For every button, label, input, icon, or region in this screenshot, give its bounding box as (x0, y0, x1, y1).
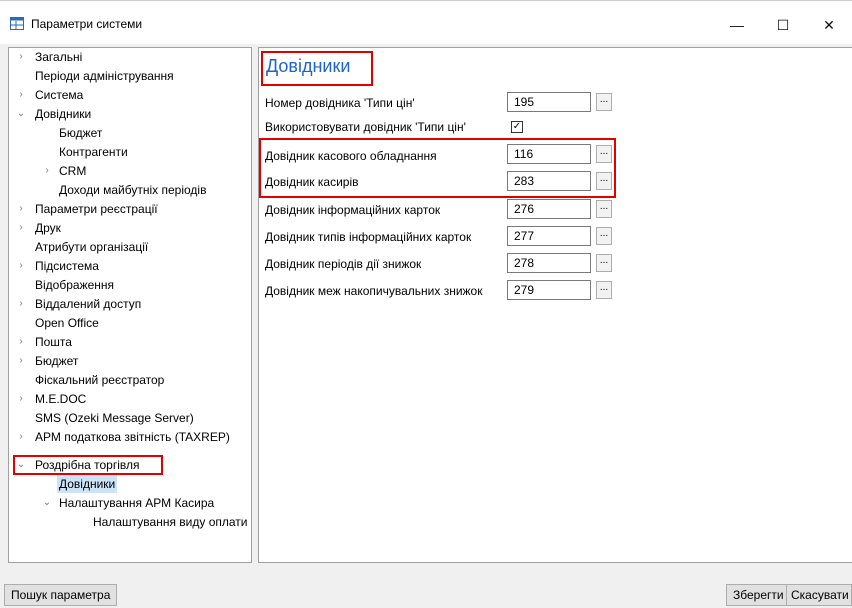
checkbox-use-price-types[interactable]: ✓ (511, 121, 523, 133)
minimize-button[interactable]: — (714, 10, 760, 40)
chevron-right-icon[interactable]: › (15, 257, 27, 275)
label-info-cards: Довідник інформаційних карток (265, 203, 441, 217)
tree-item-retail-directories[interactable]: Довідники (57, 475, 118, 493)
tree-item-cashier-settings[interactable]: Налаштування АРМ Касира (59, 494, 214, 512)
chevron-right-icon[interactable]: › (15, 48, 27, 66)
cancel-button[interactable]: Скасувати (786, 584, 852, 606)
tree-item-counterparties[interactable]: Контрагенти (59, 143, 128, 161)
tree-item-general[interactable]: Загальні (35, 48, 82, 66)
highlight-cash-fields (259, 138, 616, 198)
tree-item-mail[interactable]: Пошта (35, 333, 72, 351)
highlight-retail (13, 455, 163, 475)
field-info-card-types[interactable]: 277 (507, 226, 591, 246)
chevron-right-icon[interactable]: › (15, 390, 27, 408)
browse-button-info-cards[interactable]: ... (596, 200, 612, 218)
chevron-right-icon[interactable]: › (15, 200, 27, 218)
settings-window-icon (10, 17, 24, 30)
chevron-down-icon[interactable]: ⌄ (15, 105, 27, 123)
settings-tree[interactable]: › Загальні Періоди адміністрування › Сис… (8, 47, 252, 563)
tree-item-remote-access[interactable]: Віддалений доступ (35, 295, 141, 313)
tree-item-registration-params[interactable]: Параметри реєстрації (35, 200, 158, 218)
tree-item-fiscal-registrar[interactable]: Фіскальний реєстратор (35, 371, 164, 389)
browse-button-cumulative-discounts[interactable]: ... (596, 281, 612, 299)
tree-item-medoc[interactable]: M.E.DOC (35, 390, 86, 408)
chevron-right-icon[interactable]: › (15, 428, 27, 446)
chevron-right-icon[interactable]: › (15, 333, 27, 351)
field-info-cards[interactable]: 276 (507, 199, 591, 219)
label-discount-periods: Довідник періодів дії знижок (265, 257, 422, 271)
tree-item-directories[interactable]: Довідники (35, 105, 91, 123)
tree-item-sms[interactable]: SMS (Ozeki Message Server) (35, 409, 194, 427)
label-price-types-number: Номер довідника 'Типи цін' (265, 96, 415, 110)
title-bar-border (0, 0, 852, 1)
browse-button-discount-periods[interactable]: ... (596, 254, 612, 272)
window-title: Параметри системи (31, 17, 143, 31)
field-discount-periods[interactable]: 278 (507, 253, 591, 273)
tree-item-display[interactable]: Відображення (35, 276, 114, 294)
label-use-price-types: Використовувати довідник 'Типи цін' (265, 120, 466, 134)
tree-item-subsystem[interactable]: Підсистема (35, 257, 99, 275)
tree-item-taxrep[interactable]: АРМ податкова звітність (TAXREP) (35, 428, 230, 446)
highlight-heading (261, 51, 373, 86)
tree-item-crm[interactable]: CRM (59, 162, 86, 180)
tree-item-system[interactable]: Система (35, 86, 83, 104)
browse-button-info-card-types[interactable]: ... (596, 227, 612, 245)
field-price-types-number[interactable]: 195 (507, 92, 591, 112)
tree-item-admin-periods[interactable]: Періоди адміністрування (35, 67, 174, 85)
tree-item-open-office[interactable]: Open Office (35, 314, 99, 332)
save-button[interactable]: Зберегти (726, 584, 791, 606)
maximize-button[interactable]: ☐ (760, 10, 806, 40)
tree-item-budget[interactable]: Бюджет (59, 124, 102, 142)
field-cumulative-discounts[interactable]: 279 (507, 280, 591, 300)
chevron-right-icon[interactable]: › (15, 352, 27, 370)
tree-item-budget-root[interactable]: Бюджет (35, 352, 78, 370)
tree-item-deferred-income[interactable]: Доходи майбутніх періодів (59, 181, 206, 199)
chevron-right-icon[interactable]: › (15, 219, 27, 237)
browse-button-price-types[interactable]: ... (596, 93, 612, 111)
tree-item-print[interactable]: Друк (35, 219, 61, 237)
settings-panel: Довідники Номер довідника 'Типи цін' 195… (258, 47, 852, 563)
label-cumulative-discounts: Довідник меж накопичувальних знижок (265, 284, 483, 298)
title-bar: Параметри системи — ☐ ✕ (0, 0, 852, 44)
search-parameter-button[interactable]: Пошук параметра (4, 584, 118, 606)
chevron-right-icon[interactable]: › (41, 162, 53, 180)
label-info-card-types: Довідник типів інформаційних карток (265, 230, 472, 244)
chevron-down-icon[interactable]: ⌄ (41, 494, 53, 512)
chevron-right-icon[interactable]: › (15, 86, 27, 104)
tree-item-org-attributes[interactable]: Атрибути організації (35, 238, 148, 256)
tree-item-payment-type[interactable]: Налаштування виду оплати (93, 513, 247, 531)
chevron-right-icon[interactable]: › (15, 295, 27, 313)
close-button[interactable]: ✕ (806, 10, 852, 40)
